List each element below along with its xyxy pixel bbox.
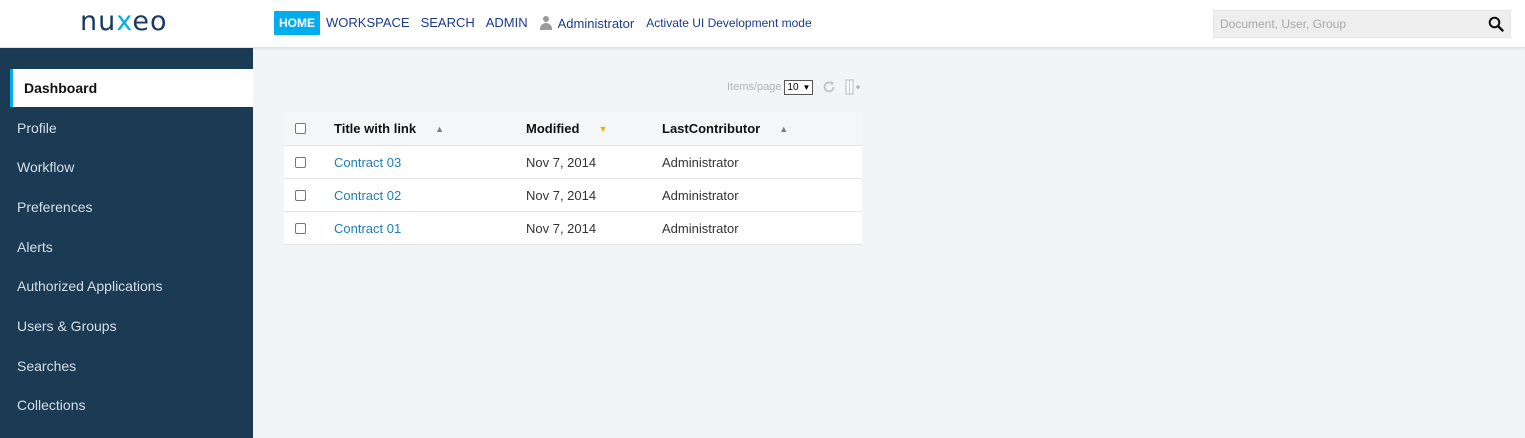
table-row: Contract 03 Nov 7, 2014 Administrator [284,146,862,179]
dev-mode-link[interactable]: Activate UI Development mode [646,16,811,30]
chevron-down-icon: ▼ [802,82,811,92]
items-per-page-label: Items/page [727,81,782,93]
column-header-title[interactable]: Title with link [334,121,416,136]
document-link[interactable]: Contract 01 [334,221,401,236]
table-row: Contract 01 Nov 7, 2014 Administrator [284,212,862,245]
select-all-checkbox[interactable] [295,123,306,134]
row-checkbox[interactable] [295,189,306,201]
sort-asc-icon[interactable]: ▲ [779,124,788,134]
table-row: Contract 02 Nov 7, 2014 Administrator [284,179,862,212]
modified-date: Nov 7, 2014 [526,187,597,203]
last-contributor: Administrator [662,220,739,236]
column-settings-icon[interactable] [845,79,861,95]
column-header-contributor[interactable]: LastContributor [662,121,760,136]
sidebar-item-collections[interactable]: Collections [0,386,253,424]
sidebar-item-dashboard[interactable]: Dashboard [10,69,253,107]
table-header: Title with link ▲ Modified ▼ LastContribut… [284,112,862,146]
sidebar: Dashboard Profile Workflow Preferences A… [0,48,253,438]
user-icon [539,16,553,30]
top-bar: nuxeo HOME WORKSPACE SEARCH ADMIN Admini… [0,0,1525,48]
main-nav: HOME WORKSPACE SEARCH ADMIN Administrato… [274,11,812,35]
sort-desc-icon[interactable]: ▼ [598,124,607,134]
last-contributor: Administrator [662,154,739,170]
sidebar-item-users-groups[interactable]: Users & Groups [0,307,253,345]
modified-date: Nov 7, 2014 [526,220,597,236]
document-link[interactable]: Contract 02 [334,188,401,203]
search-box [1213,10,1511,38]
nav-search[interactable]: SEARCH [421,11,475,35]
sidebar-item-workflow[interactable]: Workflow [0,148,253,186]
search-icon[interactable] [1482,11,1510,37]
row-checkbox[interactable] [295,222,306,234]
sidebar-item-searches[interactable]: Searches [0,347,253,385]
sidebar-item-preferences[interactable]: Preferences [0,188,253,226]
search-input[interactable] [1214,11,1482,37]
pagination-controls: Items/page 10 ▼ [727,79,861,95]
items-per-page-select[interactable]: 10 ▼ [784,79,814,95]
sort-asc-icon[interactable]: ▲ [435,124,444,134]
dashboard-table: Title with link ▲ Modified ▼ LastContribut… [284,112,862,245]
sidebar-item-alerts[interactable]: Alerts [0,228,253,266]
sidebar-item-authorized-applications[interactable]: Authorized Applications [0,267,253,305]
user-menu[interactable]: Administrator [539,15,635,31]
user-name: Administrator [557,15,635,31]
refresh-icon[interactable] [821,79,837,95]
last-contributor: Administrator [662,187,739,203]
nav-admin[interactable]: ADMIN [486,11,528,35]
modified-date: Nov 7, 2014 [526,154,597,170]
sidebar-item-profile[interactable]: Profile [0,109,253,147]
nav-home[interactable]: HOME [274,11,320,35]
nuxeo-logo[interactable]: nuxeo [80,6,168,38]
nav-workspace[interactable]: WORKSPACE [326,11,410,35]
document-link[interactable]: Contract 03 [334,155,401,170]
row-checkbox[interactable] [295,156,306,168]
column-header-modified[interactable]: Modified [526,121,579,136]
